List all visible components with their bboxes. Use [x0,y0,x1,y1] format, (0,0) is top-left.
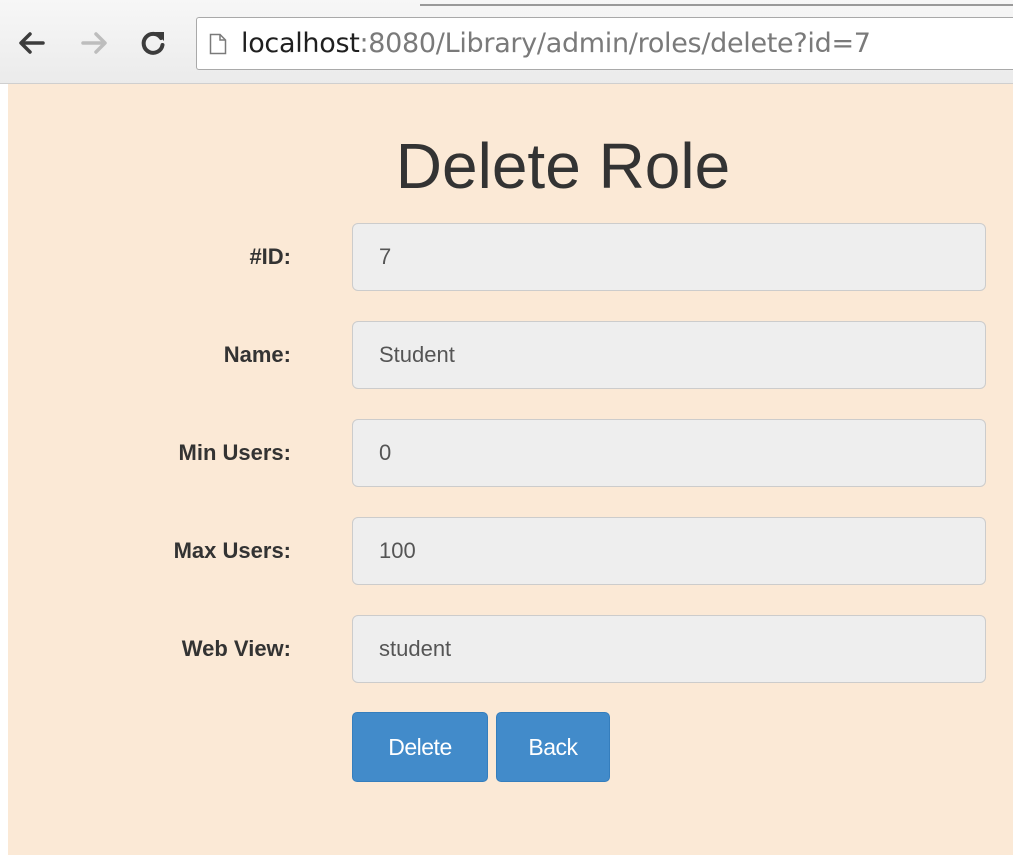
web-view-field[interactable] [352,615,986,683]
page-title: Delete Role [395,130,731,202]
form-row-name: Name: [8,321,1013,389]
id-label: #ID: [249,244,291,269]
form-row-id: #ID: [8,223,1013,291]
forward-button[interactable] [76,25,112,61]
page-icon [209,33,227,55]
form-actions: Delete Back [352,712,610,782]
back-link-button[interactable]: Back [496,712,610,782]
min-users-label: Min Users: [178,440,291,465]
web-view-label: Web View: [181,636,291,661]
arrow-left-icon [19,32,45,54]
min-users-field[interactable] [352,419,986,487]
tab-strip-edge [420,0,1013,6]
id-field[interactable] [352,223,986,291]
name-field[interactable] [352,321,986,389]
delete-button[interactable]: Delete [352,712,488,782]
form-row-web-view: Web View: [8,615,1013,683]
max-users-label: Max Users: [173,538,291,563]
back-button[interactable] [14,25,50,61]
form-row-max-users: Max Users: [8,517,1013,585]
max-users-field[interactable] [352,517,986,585]
url-host: localhost [241,28,360,59]
url-path: :8080/Library/admin/roles/delete?id=7 [359,28,871,59]
browser-toolbar: localhost:8080/Library/admin/roles/delet… [0,0,1013,84]
form-row-min-users: Min Users: [8,419,1013,487]
arrow-right-icon [81,32,107,54]
address-bar[interactable]: localhost:8080/Library/admin/roles/delet… [196,17,1013,70]
url-text[interactable]: localhost:8080/Library/admin/roles/delet… [241,28,871,59]
reload-icon [141,31,165,55]
reload-button[interactable] [135,25,171,61]
page-content: Delete Role #ID: Name: Min Users: Max Us… [8,84,1013,855]
name-label: Name: [223,342,291,367]
